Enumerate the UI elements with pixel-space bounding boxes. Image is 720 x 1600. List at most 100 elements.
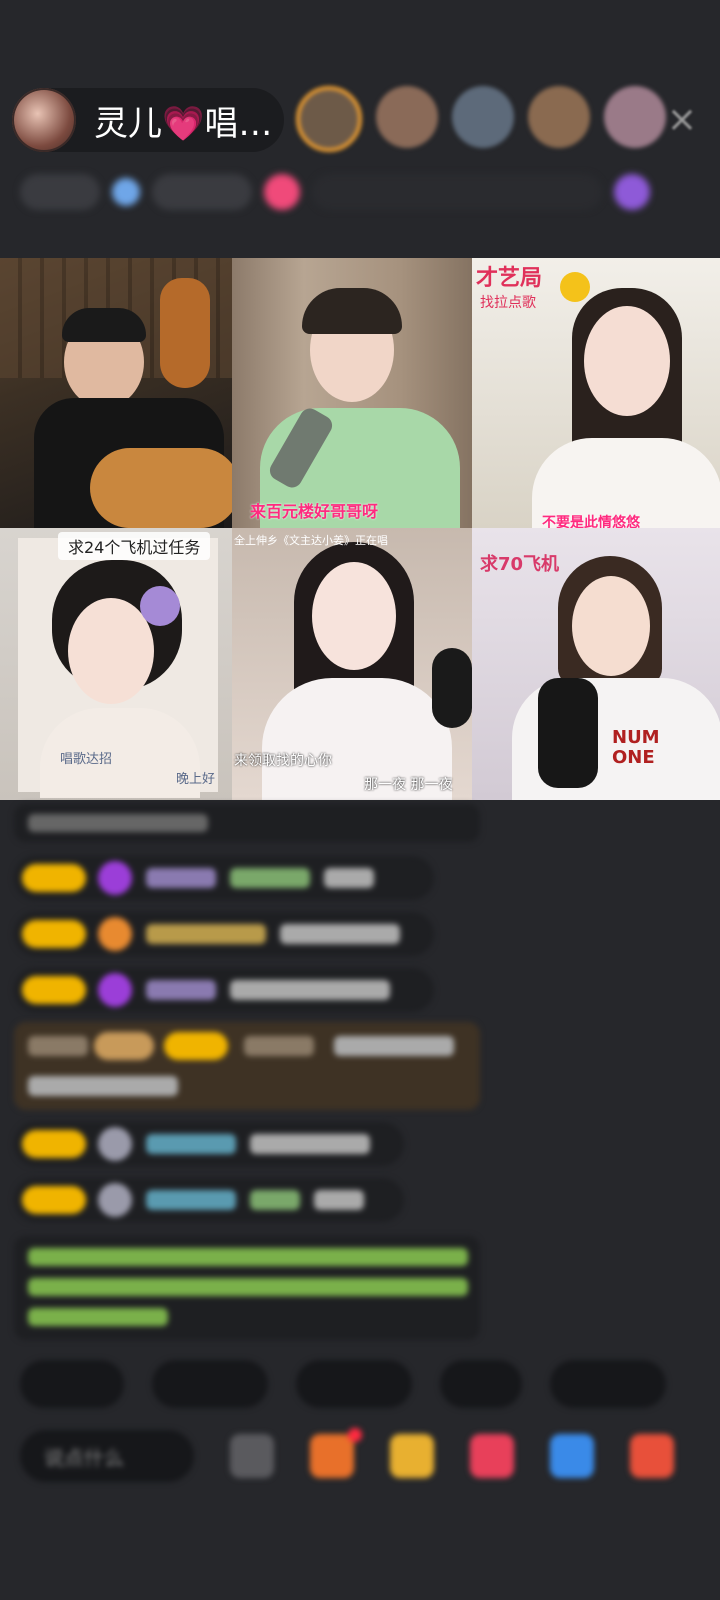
notice-text (28, 1248, 468, 1266)
hair (302, 288, 402, 334)
ranking-pill[interactable] (312, 174, 602, 210)
notice-text (28, 1308, 168, 1326)
quick-chip[interactable] (550, 1360, 666, 1408)
stat-pill[interactable] (152, 174, 252, 210)
message-text (230, 980, 390, 1000)
level-badge (22, 920, 86, 948)
host-name: 灵儿💗唱… (94, 103, 273, 144)
fan-badge-icon (98, 917, 132, 951)
shirt-print: NUM ONE (612, 727, 660, 768)
level-badge (22, 1186, 86, 1214)
emoji-icon[interactable] (230, 1434, 274, 1478)
host-avatar[interactable] (12, 88, 76, 152)
notification-dot (348, 1428, 362, 1442)
notice-text (28, 1278, 468, 1296)
username (146, 1190, 236, 1210)
level-badge (22, 976, 86, 1004)
chat-input[interactable]: 说点什么 (20, 1430, 194, 1482)
heart-gift-icon[interactable] (470, 1434, 514, 1478)
username (146, 868, 216, 888)
chat-notice (14, 1236, 480, 1340)
level-badge (164, 1032, 228, 1060)
cell-caption: 来百元楼好哥哥呀 (250, 502, 379, 521)
cell-tag: 求24个飞机过任务 (58, 532, 211, 560)
message-text (324, 868, 374, 888)
cell-caption-left: 来领取找的心你 (234, 753, 332, 769)
diamond-icon (98, 861, 132, 895)
username (146, 924, 266, 944)
gift-box-icon[interactable] (310, 1428, 362, 1478)
quick-chip[interactable] (440, 1360, 522, 1408)
flower-hairpin-icon (140, 586, 180, 626)
quick-chip[interactable] (152, 1360, 268, 1408)
top-bar: 灵儿💗唱… × (12, 86, 708, 158)
cell-caption-right: 那一夜 那一夜 (364, 777, 453, 793)
person-head (572, 576, 650, 676)
cell-caption-right: 晚上好 (176, 772, 216, 787)
hair (62, 308, 146, 342)
message-text (280, 924, 400, 944)
microphone (538, 678, 598, 788)
level-badge (22, 864, 86, 892)
cell-tag: 求70飞机 (480, 554, 560, 575)
username (250, 1190, 300, 1210)
viewer-avatar[interactable] (296, 86, 362, 152)
microphone (432, 648, 472, 728)
chat-message[interactable] (14, 1122, 404, 1166)
video-cell-guitarist[interactable] (0, 258, 232, 528)
viewer-list (296, 86, 666, 152)
guitar (90, 448, 232, 528)
chat-system-message (14, 804, 480, 842)
message-text (28, 1076, 178, 1096)
gift-badge (94, 1032, 154, 1060)
guitar-background (160, 278, 210, 388)
viewer-avatar[interactable] (376, 86, 438, 148)
username (244, 1036, 314, 1056)
username (230, 868, 310, 888)
message-text (334, 1036, 454, 1056)
system-text (28, 814, 208, 832)
video-cell-mic-girl[interactable]: 来百元楼好哥哥呀 (232, 258, 472, 528)
level-badge (22, 1130, 86, 1158)
cell-caption: 不要是此情悠悠 (542, 515, 640, 528)
video-cell-portrait[interactable]: 求24个飞机过任务 唱歌达招 晚上好 (0, 528, 232, 800)
treasure-icon[interactable] (390, 1434, 434, 1478)
video-cell-numb-shirt[interactable]: NUM ONE 求70飞机 (472, 528, 720, 800)
wallet-icon[interactable] (550, 1434, 594, 1478)
user-avatar (98, 1183, 132, 1217)
diamond-icon (98, 973, 132, 1007)
stat-icon (112, 178, 140, 206)
video-cell-white-dress[interactable]: 全上伸乡《文主达小姜》正在唱 来领取找的心你 那一夜 那一夜 (232, 528, 472, 800)
video-grid: 来百元楼好哥哥呀 才艺局 找拉点歌 不要是此情悠悠 求24个飞机过任务 唱歌达招… (0, 258, 720, 800)
viewer-avatar[interactable] (452, 86, 514, 148)
quick-chip[interactable] (20, 1360, 124, 1408)
close-icon[interactable]: × (662, 100, 702, 140)
host-pill[interactable]: 灵儿💗唱… (12, 88, 284, 152)
chat-message[interactable] (14, 968, 434, 1012)
cell-tag: 才艺局 (476, 266, 543, 291)
user-avatar (98, 1127, 132, 1161)
more-icon[interactable] (630, 1434, 674, 1478)
viewer-avatar[interactable] (528, 86, 590, 148)
quick-reply-chips (20, 1360, 666, 1408)
stat-pill[interactable] (20, 174, 100, 210)
chat-message[interactable] (14, 1178, 404, 1222)
cell-caption-left: 唱歌达招 (60, 752, 113, 767)
video-cell-caiyiju[interactable]: 才艺局 找拉点歌 不要是此情悠悠 (472, 258, 720, 528)
stat-icon (264, 174, 300, 210)
message-text (250, 1134, 370, 1154)
quick-chip[interactable] (296, 1360, 412, 1408)
cell-subtag: 找拉点歌 (480, 295, 536, 311)
viewer-avatar[interactable] (604, 86, 666, 148)
cell-top-caption: 全上伸乡《文主达小姜》正在唱 (234, 534, 388, 547)
chat-message[interactable] (14, 856, 434, 900)
stats-bar (20, 170, 700, 214)
gift-user (28, 1036, 88, 1056)
chat-gift-message[interactable] (14, 1022, 480, 1110)
username (146, 1134, 236, 1154)
username (146, 980, 216, 1000)
stat-icon (614, 174, 650, 210)
message-text (314, 1190, 364, 1210)
chat-message[interactable] (14, 912, 434, 956)
flower-icon (560, 272, 590, 302)
